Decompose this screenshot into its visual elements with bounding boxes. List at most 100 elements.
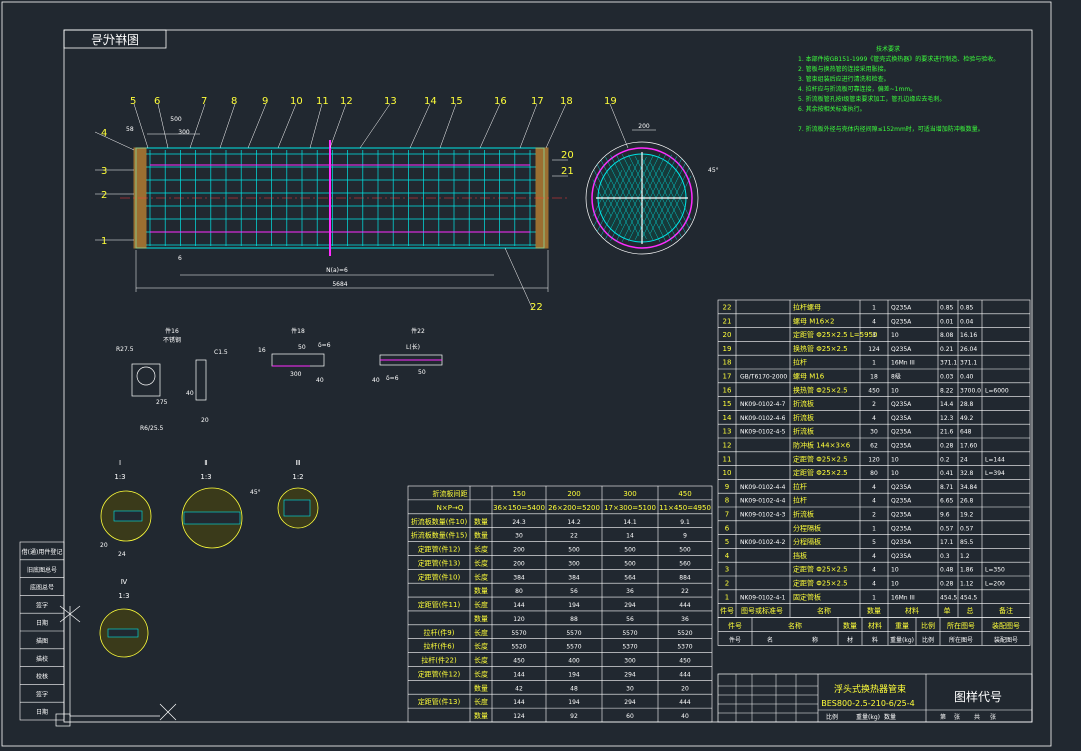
bom-cell: 7 xyxy=(725,511,729,519)
param-cell: 194 xyxy=(568,699,580,706)
bom-cell: 12.3 xyxy=(940,415,954,422)
bom-cell: 16 xyxy=(723,386,732,394)
balloon-11: 11 xyxy=(316,96,329,107)
bom-cell: Q235A xyxy=(891,429,912,436)
title-stamp-text: 图样代号 xyxy=(91,32,139,47)
param-cell: 数量 xyxy=(474,614,488,623)
bill-of-materials: 22 拉杆螺母 1 Q235A 0.85 0.8521 螺母 M16×2 4 Q235A 0.01… xyxy=(717,299,1031,646)
param-cell: 294 xyxy=(624,602,636,609)
bom-cell: 26.8 xyxy=(960,498,974,505)
bom-header3-cell: 所在图号 xyxy=(949,636,973,644)
balloon-16: 16 xyxy=(494,96,507,107)
bom-cell: 1 xyxy=(872,305,876,312)
param-cell: 长度 xyxy=(474,572,488,581)
drawing-code: BES800-2.5-210-6/25-4 xyxy=(821,699,914,708)
bom-cell: 4 xyxy=(725,552,730,560)
bom-cell: 9.6 xyxy=(940,512,950,519)
title-stamp-topleft: 图样代号 xyxy=(63,29,167,49)
balloon-3: 3 xyxy=(101,166,107,177)
view1-dim: 24 xyxy=(118,551,126,558)
param-header-cell: 450 xyxy=(678,490,691,498)
bom-cell: 1.86 xyxy=(960,567,974,574)
bom-cell: 8.22 xyxy=(940,387,954,394)
part22-label: 件22 xyxy=(411,327,425,335)
param-cell: 折流板数量(件15) xyxy=(411,531,468,540)
dim-overall-length: 5684 xyxy=(332,281,347,288)
param-cell: 定距管(件12) xyxy=(418,545,461,554)
bom-cell: 换热管 Φ25×2.5 xyxy=(793,385,848,394)
bom-cell: 10 xyxy=(723,469,732,477)
bom-cell: 14 xyxy=(723,414,732,422)
left-block-label: 借(通)用件登记 xyxy=(22,548,63,556)
bom-cell: 8.08 xyxy=(940,332,954,339)
bom-header-cell: 件号 xyxy=(720,606,734,615)
bom-cell: Q235A xyxy=(891,553,912,560)
param-cell: 折流板数量(件10) xyxy=(411,517,468,526)
param-cell: 40 xyxy=(681,713,689,720)
left-block-label: 描图 xyxy=(36,637,48,645)
param-cell: 560 xyxy=(679,560,691,567)
bom-cell: 6 xyxy=(725,524,730,532)
param-cell: 定距管(件11) xyxy=(418,600,461,609)
bom-cell: 定距管 Φ25×2.5 xyxy=(793,579,848,588)
left-block-label: 签字 xyxy=(36,601,48,609)
bom-header2-cell: 件号 xyxy=(728,621,742,630)
part18-dim: δ=6 xyxy=(318,342,331,349)
bom-cell: 21.6 xyxy=(940,429,954,436)
bom-cell: 螺母 M16 xyxy=(793,372,825,381)
param-cell: 884 xyxy=(679,574,691,581)
param-cell: 长度 xyxy=(474,558,488,567)
bom-cell: 1 xyxy=(872,525,876,532)
part16-note: 不锈钢 xyxy=(163,336,181,344)
bom-header3-cell: 件号 xyxy=(729,636,741,644)
bom-cell: 5 xyxy=(872,539,876,546)
bom-cell: 32.8 xyxy=(960,470,974,477)
param-cell: 24.3 xyxy=(512,519,526,526)
bom-cell: 14.4 xyxy=(940,401,954,408)
param-cell: 长度 xyxy=(474,669,488,678)
bom-header-cell: 单 xyxy=(944,606,951,615)
param-cell: 60 xyxy=(626,713,634,720)
part18-dim: 50 xyxy=(298,344,306,351)
bom-cell: Q235A xyxy=(891,525,912,532)
tech-req-item: 2. 管板与换热管的连接采用胀接。 xyxy=(798,65,890,73)
param-cell: 500 xyxy=(624,547,636,554)
tech-req-heading: 技术要求 xyxy=(876,45,900,53)
param-cell: 数量 xyxy=(474,683,488,692)
bom-cell: 1.2 xyxy=(960,553,970,560)
param-cell: 294 xyxy=(624,699,636,706)
param-cell: 384 xyxy=(513,574,525,581)
param-cell: 定距管(件12) xyxy=(418,669,461,678)
view-scale-1: 1:3 xyxy=(114,473,125,481)
title-bottom-cell: 张 xyxy=(954,713,960,721)
bom-cell: 19 xyxy=(723,345,732,353)
param-cell: 拉杆(件9) xyxy=(424,628,455,637)
balloon-20: 20 xyxy=(561,150,574,161)
bom-cell: 124 xyxy=(868,346,880,353)
bom-cell: Q235A xyxy=(891,415,912,422)
bom-cell: 4 xyxy=(872,581,876,588)
bom-cell: 6.65 xyxy=(940,498,954,505)
param-header-cell: 折流板间距 xyxy=(433,489,468,498)
bom-cell: 拉杆 xyxy=(793,482,807,491)
dim-baffle-ref: N(a)=6 xyxy=(326,267,348,274)
bom-cell: GB/T6170-2000 xyxy=(740,374,787,381)
param-cell: 长度 xyxy=(474,697,488,706)
bom-cell: 2 xyxy=(872,401,876,408)
bom-cell: 4 xyxy=(872,484,876,491)
bom-cell: 371.1 xyxy=(960,360,977,367)
bom-cell: NK09-0102-4-4 xyxy=(740,498,786,505)
tube-sheet-end-view: 200 45° xyxy=(585,123,719,255)
dim-endview-200: 200 xyxy=(638,123,650,130)
bom-cell: 80 xyxy=(870,470,878,477)
bom-cell: 18 xyxy=(723,359,732,367)
balloon-10: 10 xyxy=(290,96,303,107)
param-cell: 194 xyxy=(568,602,580,609)
bom-cell: 62 xyxy=(870,443,878,450)
bom-cell: 4 xyxy=(872,498,876,505)
tech-req-item: 3. 管束组装后应进行清洗和检查。 xyxy=(798,75,890,83)
bom-cell: 分程隔板 xyxy=(793,537,821,546)
param-cell: 92 xyxy=(570,713,578,720)
bom-header2-cell: 名称 xyxy=(788,621,802,630)
param-cell: 数量 xyxy=(474,517,488,526)
